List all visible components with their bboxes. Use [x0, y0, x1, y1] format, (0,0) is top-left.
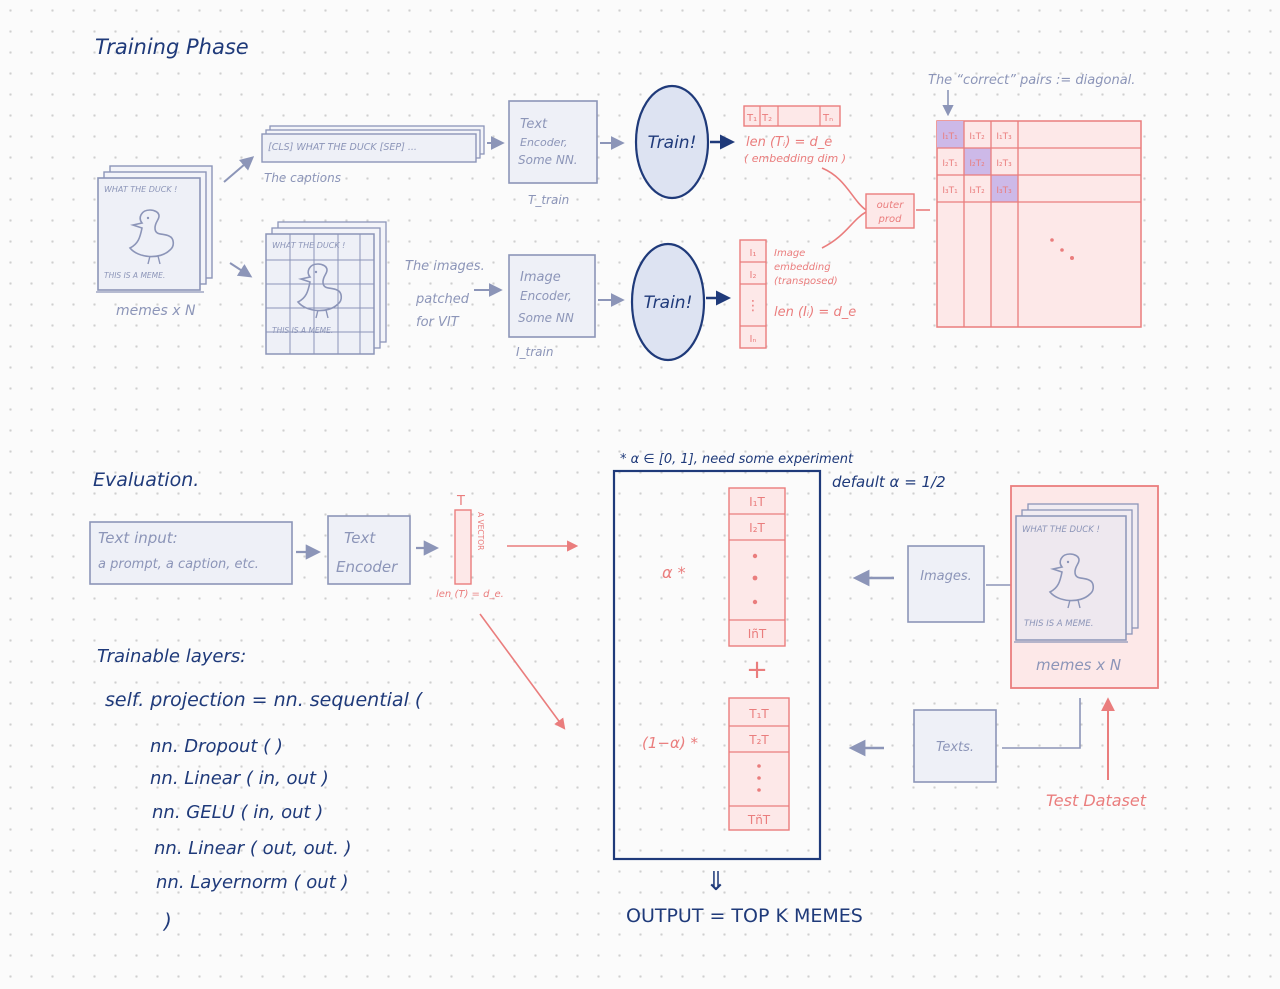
- trainable-line-6: nn. Layernorm ( out ): [156, 872, 349, 893]
- eval-vector: [454, 509, 472, 585]
- text-input-line-1: Text input:: [98, 529, 178, 547]
- len-t-label: len (Tᵢ) = d_e: [746, 135, 832, 150]
- i-vector-cell-n: Iₙ: [750, 334, 757, 345]
- meme-bottom-caption: THIS IS A MEME.: [104, 271, 165, 280]
- t-vector-cell-1: T₁: [746, 113, 757, 124]
- text-encoder-line-2: Encoder,: [520, 136, 567, 149]
- i-train-label: I_train: [516, 345, 553, 359]
- image-col-cell-2: I₂T: [749, 521, 765, 535]
- text-encoder-line-3: Some NN.: [518, 153, 578, 167]
- matrix-cell-r3c2: I₃T₂: [969, 186, 985, 196]
- len-i-label: len (Iᵢ) = d_e: [774, 305, 856, 320]
- connector-line: [1002, 698, 1081, 749]
- arrow-icon: [223, 156, 255, 183]
- text-col-cell-1: T₁T: [748, 707, 769, 721]
- images-note-1: The images.: [405, 259, 485, 274]
- plus-sign: +: [746, 655, 768, 685]
- train-image-label: Train!: [644, 293, 693, 313]
- text-col-cell-n: TñT: [747, 813, 771, 827]
- eval-vector-top: T: [456, 494, 465, 509]
- matrix-cell-r2c3: I₂T₃: [996, 159, 1012, 169]
- images-note-3: for VIT: [416, 315, 460, 330]
- alpha-note: * α ∈ [0, 1], need some experiment: [620, 452, 854, 467]
- similarity-matrix: [936, 120, 1142, 328]
- t-train-label: T_train: [528, 193, 569, 207]
- diagonal-note: The “correct” pairs := diagonal.: [928, 73, 1135, 88]
- one-minus-alpha-label: (1−α) *: [642, 734, 698, 752]
- images-box-label: Images.: [920, 569, 972, 584]
- matrix-cell-r1c2: I₁T₂: [969, 132, 985, 142]
- default-alpha: default α = 1/2: [832, 473, 946, 491]
- output-label: OUTPUT = TOP K MEMES: [626, 905, 863, 927]
- memes-count-label: memes x N: [116, 303, 196, 319]
- trainable-line-7: ): [162, 909, 172, 933]
- image-col-cell-n: IñT: [748, 627, 767, 641]
- arrow-icon: [229, 262, 253, 278]
- merge-lines: [821, 167, 867, 249]
- image-encoder-line-2: Encoder,: [520, 289, 572, 303]
- eval-meme-top-caption: memes x N: [1036, 656, 1121, 674]
- matrix-cell-r1c1: I₁T₁: [942, 132, 958, 142]
- trainable-line-1: self. projection = nn. sequential (: [105, 689, 424, 711]
- texts-box-label: Texts.: [936, 740, 974, 755]
- trainable-line-5: nn. Linear ( out, out. ): [154, 838, 352, 859]
- i-vector-cell-2: I₂: [750, 270, 757, 281]
- outer-prod-line-1: outer: [877, 200, 905, 211]
- trainable-line-4: nn. GELU ( in, out ): [152, 802, 323, 823]
- image-col-cell-1: I₁T: [749, 495, 765, 509]
- training-title: Training Phase: [95, 35, 249, 59]
- trainable-line-3: nn. Linear ( in, out ): [150, 768, 329, 789]
- trainable-line-2: nn. Dropout ( ): [150, 736, 283, 757]
- image-embedding-line-3: (transposed): [774, 276, 838, 287]
- train-text-label: Train!: [648, 133, 697, 153]
- patched-bottom-caption: THIS IS A MEME.: [272, 326, 333, 335]
- patched-top-caption: WHAT THE DUCK !: [272, 241, 345, 250]
- diagram-canvas: Training Phase WHAT THE DUCK ! THIS IS A…: [89, 35, 1159, 933]
- eval-meme-caption-top: WHAT THE DUCK !: [1022, 525, 1100, 535]
- alpha-label: α *: [662, 563, 686, 582]
- outer-prod-line-2: prod: [878, 214, 903, 225]
- image-embedding-line-1: Image: [774, 248, 805, 259]
- image-encoder-line-1: Image: [520, 270, 561, 285]
- images-note-2: patched: [415, 292, 470, 307]
- embedding-dim-label: ( embedding dim ): [744, 152, 846, 165]
- eval-vector-len: len (T) = d_e.: [436, 589, 504, 600]
- matrix-cell-r1c3: I₁T₃: [996, 132, 1012, 142]
- test-dataset-label: Test Dataset: [1046, 791, 1147, 810]
- down-double-arrow-icon: ⇓: [705, 867, 727, 897]
- evaluation-title: Evaluation.: [93, 469, 199, 491]
- captions-label: The captions: [264, 171, 341, 185]
- eval-text-encoder-line-1: Text: [344, 529, 376, 547]
- images-box: [907, 545, 985, 623]
- text-col-cell-2: T₂T: [748, 733, 769, 747]
- image-embedding-line-2: embedding: [774, 262, 831, 273]
- eval-vector-side: A VECTOR: [476, 512, 485, 550]
- arrow-icon: [479, 613, 566, 730]
- matrix-cell-r3c3: I₃T₃: [996, 186, 1012, 196]
- trainable-title: Trainable layers:: [97, 646, 246, 667]
- eval-meme-caption-bottom: THIS IS A MEME.: [1024, 619, 1093, 629]
- i-vector-cell-1: I₁: [750, 248, 757, 259]
- image-similarity-column: [728, 487, 786, 647]
- image-encoder-line-3: Some NN: [518, 311, 574, 325]
- i-vector-dots: ⋮: [746, 298, 760, 314]
- text-encoder-line-1: Text: [520, 117, 548, 132]
- matrix-cell-r2c1: I₂T₁: [942, 159, 958, 169]
- t-vector-cell-2: T₂: [761, 113, 772, 124]
- matrix-cell-r2c2: I₂T₂: [969, 159, 985, 169]
- caption-strip-text: [CLS] WHAT THE DUCK [SEP] ...: [268, 142, 417, 153]
- text-input-line-2: a prompt, a caption, etc.: [98, 557, 259, 572]
- matrix-cell-r3c1: I₃T₁: [942, 186, 958, 196]
- eval-text-encoder-line-2: Encoder: [336, 558, 398, 576]
- meme-top-caption: WHAT THE DUCK !: [104, 185, 177, 194]
- t-vector-cell-n: Tₙ: [822, 113, 833, 124]
